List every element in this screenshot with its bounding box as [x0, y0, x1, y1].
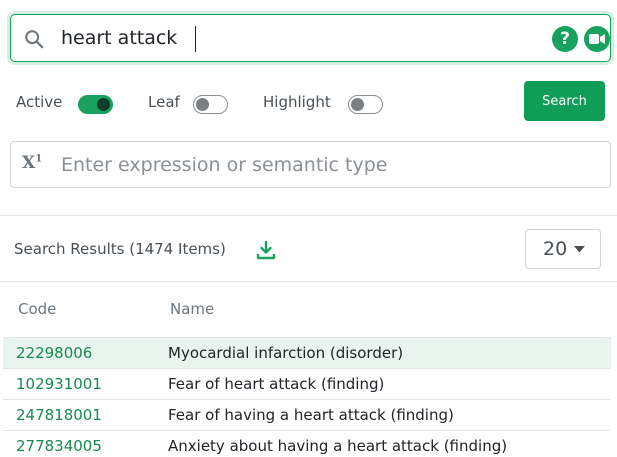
expression-icon-letter: X	[22, 153, 36, 173]
concept-code[interactable]: 247818001	[16, 406, 102, 424]
search-icon	[25, 30, 44, 49]
concept-name: Myocardial infarction (disorder)	[168, 344, 404, 362]
divider	[0, 215, 617, 216]
active-toggle[interactable]	[78, 95, 113, 114]
leaf-toggle[interactable]	[193, 95, 228, 114]
concept-name: Anxiety about having a heart attack (fin…	[168, 437, 508, 455]
page-size-select[interactable]: 20	[525, 229, 601, 269]
concept-name: Fear of heart attack (finding)	[168, 375, 385, 393]
concept-code[interactable]: 102931001	[16, 375, 102, 393]
concept-name: Fear of having a heart attack (finding)	[168, 406, 454, 424]
video-tutorial-button[interactable]	[584, 26, 610, 52]
results-title: Search Results (1474 Items)	[14, 240, 226, 258]
column-header-name: Name	[170, 300, 215, 318]
expression-icon: X1	[22, 153, 42, 173]
page-size-value: 20	[543, 238, 568, 260]
table-row[interactable]: 22298006 Myocardial infarction (disorder…	[3, 338, 611, 369]
help-button[interactable]: ?	[552, 26, 578, 52]
search-button[interactable]: Search	[524, 81, 605, 121]
toggle-knob	[351, 98, 364, 111]
search-input[interactable]	[61, 23, 531, 53]
toggle-knob	[97, 98, 110, 111]
highlight-toggle-label: Highlight	[263, 93, 331, 111]
table-row[interactable]: 102931001 Fear of heart attack (finding)	[3, 369, 611, 400]
table-row[interactable]: 247818001 Fear of having a heart attack …	[3, 400, 611, 431]
toggle-knob	[196, 98, 209, 111]
text-caret	[195, 26, 196, 52]
download-icon[interactable]	[256, 240, 276, 260]
active-toggle-label: Active	[16, 93, 63, 111]
expression-input[interactable]	[61, 150, 591, 180]
concept-code[interactable]: 22298006	[16, 344, 92, 362]
help-icon: ?	[560, 29, 570, 49]
column-header-code: Code	[18, 300, 57, 318]
leaf-toggle-label: Leaf	[148, 93, 180, 111]
table-row[interactable]: 277834005 Anxiety about having a heart a…	[3, 431, 611, 457]
video-camera-icon	[589, 34, 605, 44]
expression-box[interactable]: X1	[10, 141, 611, 188]
search-box[interactable]: ?	[10, 14, 611, 62]
divider	[0, 281, 617, 282]
concept-code[interactable]: 277834005	[16, 437, 102, 455]
chevron-down-icon	[574, 246, 585, 253]
highlight-toggle[interactable]	[348, 95, 383, 114]
expression-icon-sup: 1	[35, 153, 43, 165]
